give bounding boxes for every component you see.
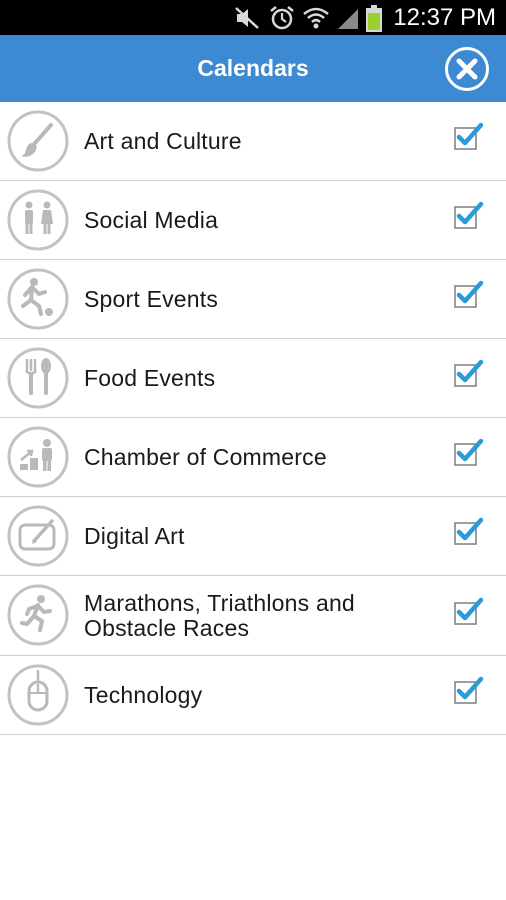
checkbox[interactable] [454, 675, 484, 705]
list-item-label: Digital Art [84, 522, 185, 549]
list-item[interactable]: Marathons, Triathlons and Obstacle Races [0, 576, 506, 656]
people-icon [7, 189, 69, 251]
app-header: Calendars [0, 35, 506, 102]
list-item-label: Social Media [84, 206, 219, 233]
list-item[interactable]: Digital Art [0, 497, 506, 576]
list-item-label: Food Events [84, 364, 216, 391]
status-time: 12:37 PM [393, 4, 496, 31]
checkbox[interactable] [454, 516, 484, 546]
list-item[interactable]: Art and Culture [0, 102, 506, 181]
checkbox[interactable] [454, 358, 484, 388]
paintbrush-icon [7, 110, 69, 172]
list-item-label: Technology [84, 681, 203, 708]
checkbox[interactable] [454, 596, 484, 626]
soccer-player-icon [7, 268, 69, 330]
list-item[interactable]: Sport Events [0, 260, 506, 339]
battery-icon [366, 5, 382, 32]
signal-icon [338, 9, 358, 29]
wifi-icon [303, 7, 329, 29]
drawing-tablet-icon [7, 505, 69, 567]
fork-spoon-icon [7, 347, 69, 409]
list-item[interactable]: Food Events [0, 339, 506, 418]
page-title: Calendars [197, 55, 309, 81]
list-item-label: Sport Events [84, 285, 219, 312]
runner-icon [7, 584, 69, 646]
checkbox[interactable] [454, 279, 484, 309]
list-item[interactable]: Technology [0, 656, 506, 735]
checkbox[interactable] [454, 121, 484, 151]
business-growth-icon [7, 426, 69, 488]
computer-mouse-icon [7, 664, 69, 726]
list-item[interactable]: Chamber of Commerce [0, 418, 506, 497]
checkbox[interactable] [454, 437, 484, 467]
list-item-label: Marathons, Triathlons and Obstacle Races [84, 589, 355, 641]
list-item-label: Chamber of Commerce [84, 443, 327, 470]
close-button[interactable] [444, 46, 490, 92]
list-item-label: Art and Culture [84, 127, 242, 154]
calendar-list: Art and Culture Social Media Sport Event… [0, 102, 506, 735]
checkbox[interactable] [454, 200, 484, 230]
status-bar: 12:37 PM [0, 0, 506, 35]
mute-icon [235, 7, 259, 29]
list-item[interactable]: Social Media [0, 181, 506, 260]
alarm-icon [270, 6, 294, 30]
